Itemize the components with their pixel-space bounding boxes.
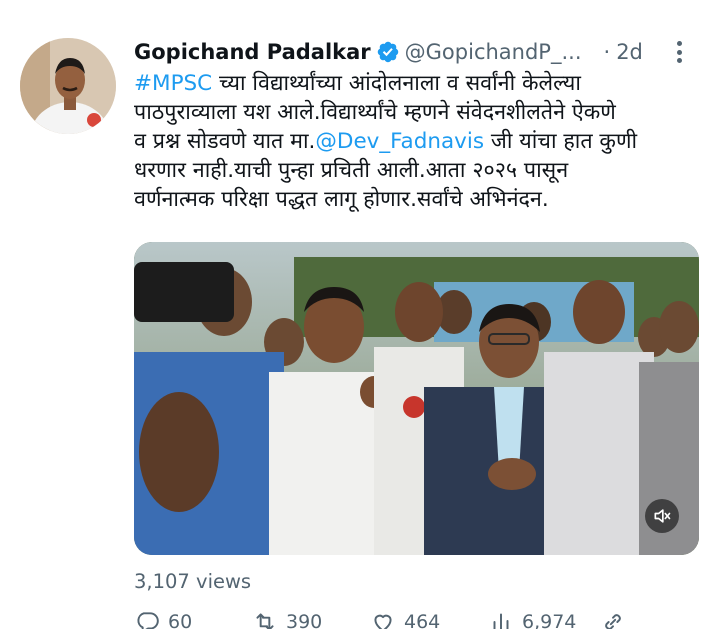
reply-button[interactable]: 60 bbox=[134, 611, 252, 629]
retweet-button[interactable]: 390 bbox=[252, 611, 370, 629]
reply-count: 60 bbox=[168, 611, 193, 629]
analytics-icon bbox=[493, 613, 509, 629]
author-handle[interactable]: @GopichandP_... bbox=[405, 40, 582, 64]
action-bar: 60 390 464 6,974 bbox=[134, 611, 654, 629]
video-player[interactable] bbox=[134, 242, 699, 555]
text-segment: च्या विद्यार्थ्यांच्या आंदोलनाला व सर्वा… bbox=[212, 71, 581, 96]
retweet-count: 390 bbox=[286, 611, 323, 629]
reply-icon bbox=[137, 612, 159, 629]
text-segment: जी यांचा हात कुणी bbox=[484, 129, 638, 154]
tweet-text-line: #MPSC च्या विद्यार्थ्यांच्या आंदोलनाला व… bbox=[134, 69, 700, 98]
retweet-icon bbox=[256, 613, 274, 629]
avatar[interactable] bbox=[20, 38, 116, 134]
tweet-text-line: व प्रश्न सोडवणे यात मा.@Dev_Fadnavis जी … bbox=[134, 127, 700, 156]
share-icon bbox=[605, 614, 621, 629]
tweet-text-line: वर्णनात्मक परिक्षा पद्धत लागू होणार.सर्व… bbox=[134, 187, 549, 212]
more-icon[interactable] bbox=[672, 38, 686, 66]
like-count: 464 bbox=[404, 611, 441, 629]
text-segment: व प्रश्न सोडवणे यात मा. bbox=[134, 129, 316, 154]
analytics-button[interactable]: 6,974 bbox=[488, 611, 600, 629]
author-name[interactable]: Gopichand Padalkar bbox=[134, 40, 371, 64]
analytics-count: 6,974 bbox=[522, 611, 577, 629]
view-count[interactable]: 3,107 views bbox=[134, 570, 251, 593]
tweet-text: #MPSC च्या विद्यार्थ्यांच्या आंदोलनाला व… bbox=[134, 69, 700, 214]
mention-link[interactable]: @Dev_Fadnavis bbox=[315, 129, 484, 154]
share-button[interactable] bbox=[600, 612, 626, 629]
tweet-card[interactable]: Gopichand Padalkar @GopichandP_... · 2d … bbox=[0, 0, 720, 629]
like-icon bbox=[374, 614, 392, 629]
video-frame bbox=[134, 242, 699, 555]
tweet-header: Gopichand Padalkar @GopichandP_... · 2d bbox=[134, 36, 696, 68]
like-button[interactable]: 464 bbox=[370, 611, 488, 629]
verified-badge-icon bbox=[376, 40, 400, 64]
separator-dot: · bbox=[603, 40, 611, 64]
tweet-text-line: धरणार नाही.याची पुन्हा प्रचिती आली.आता २… bbox=[134, 158, 569, 183]
mute-icon[interactable] bbox=[645, 499, 679, 533]
tweet-text-line: पाठपुराव्याला यश आले.विद्यार्थ्यांचे म्ह… bbox=[134, 100, 616, 125]
tweet-timestamp[interactable]: 2d bbox=[616, 40, 643, 64]
avatar-photo bbox=[20, 38, 116, 134]
hashtag-link[interactable]: #MPSC bbox=[134, 71, 212, 96]
